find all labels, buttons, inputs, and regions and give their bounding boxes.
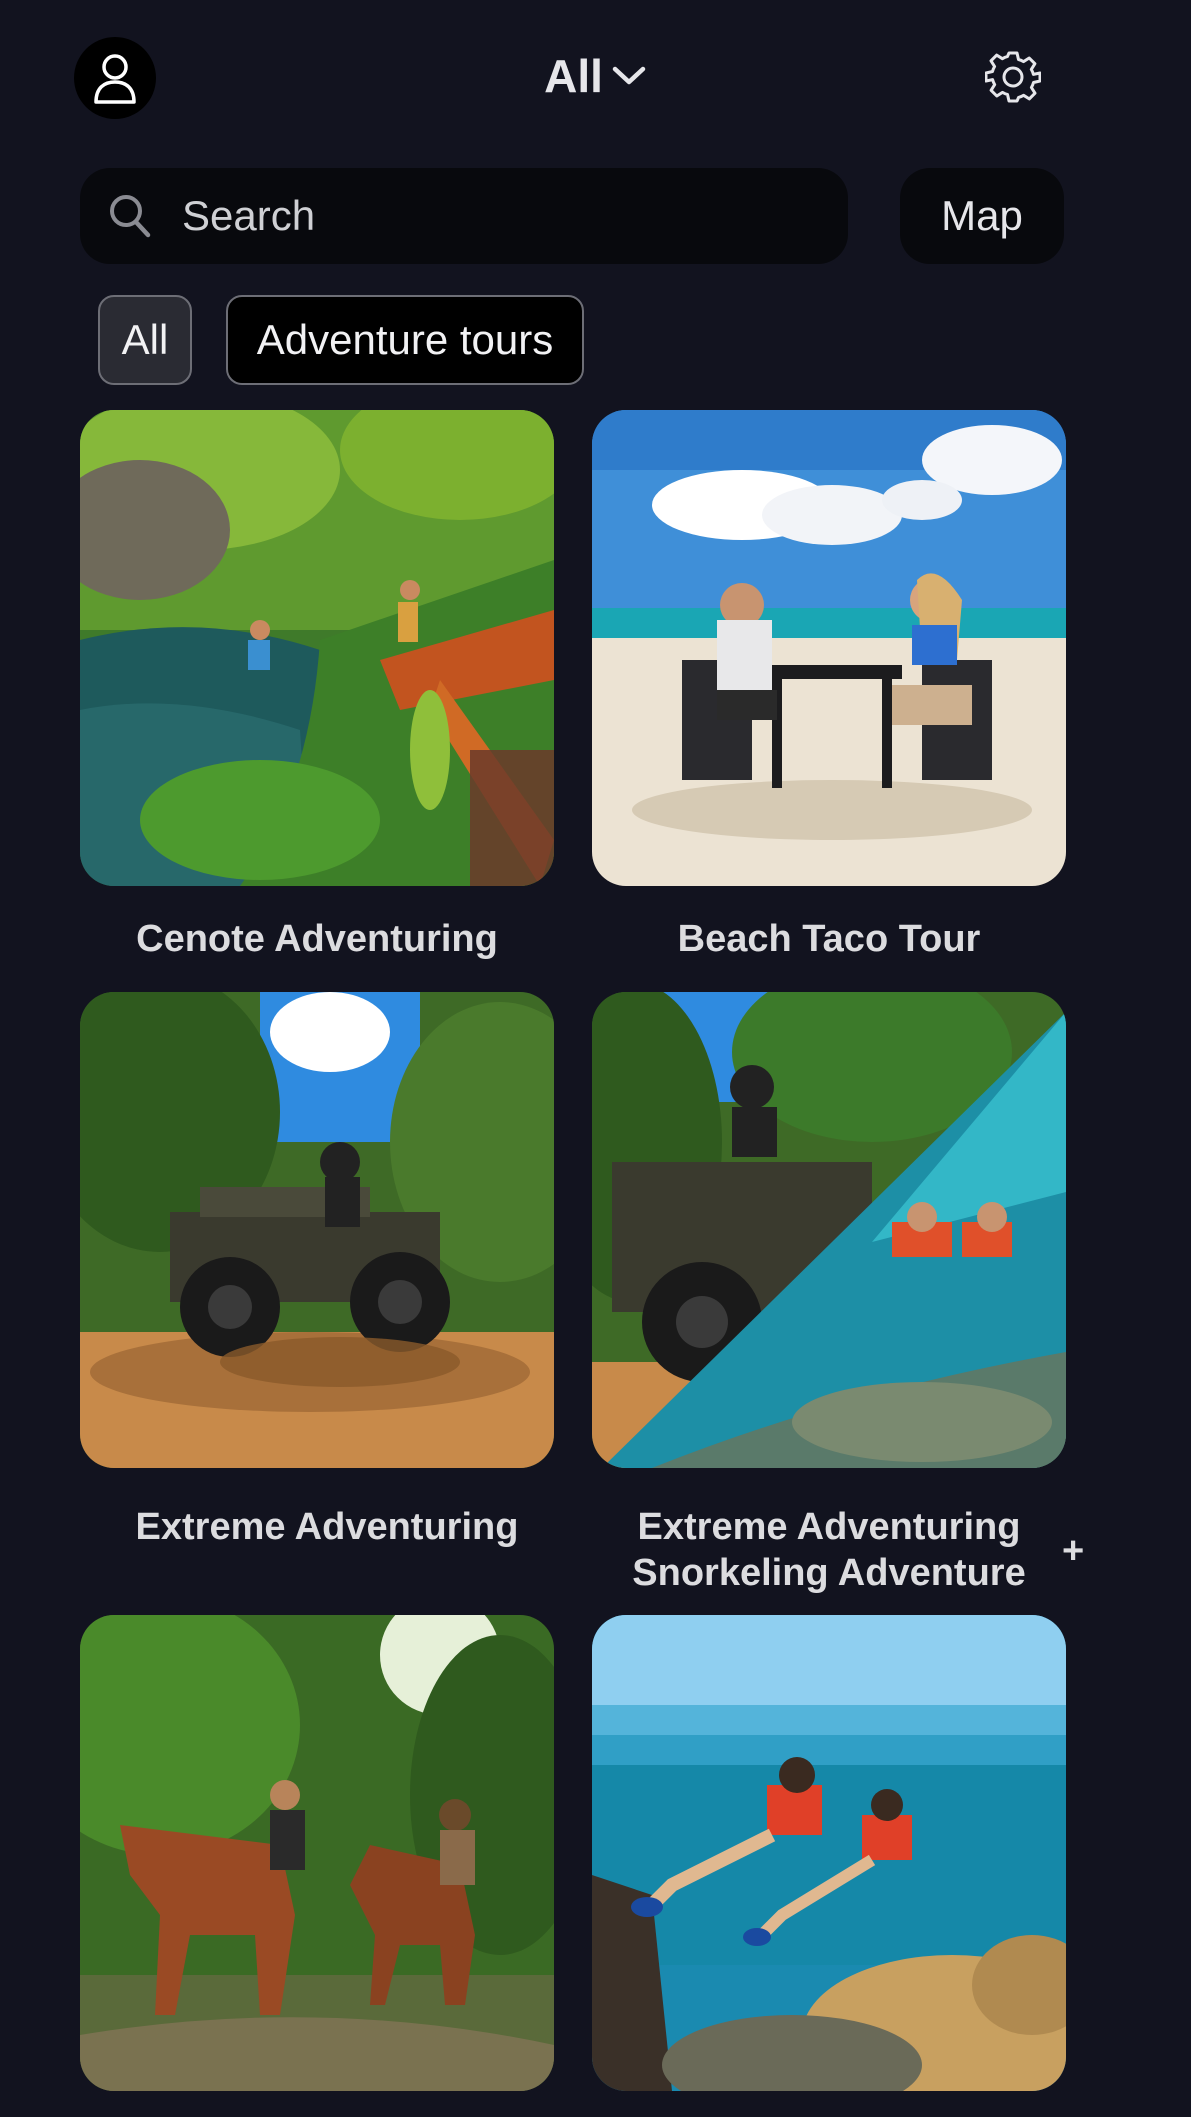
search-bar[interactable] (80, 168, 848, 264)
card-title-line: Extreme Adventuring (637, 1506, 1021, 1548)
snorkel-reef-photo (592, 1615, 1066, 2091)
card-image-extreme-adventuring[interactable] (80, 992, 554, 1468)
horseback-jungle-photo (80, 1615, 554, 2091)
card-title[interactable]: Extreme Adventuring (47, 1504, 607, 1550)
card-image-cenote-adventuring[interactable] (80, 410, 554, 886)
filter-chip-label: Adventure tours (256, 316, 554, 363)
user-icon (94, 54, 136, 104)
filter-chip-all[interactable]: All (98, 295, 192, 385)
card-image-snorkeling[interactable] (592, 1615, 1066, 2091)
beach-dining-photo (592, 410, 1066, 886)
chevron-down-icon (612, 66, 646, 85)
plus-icon: + (1062, 1530, 1085, 1572)
settings-button[interactable] (978, 46, 1048, 108)
feed-selector-label: All (544, 50, 603, 102)
card-title-line: Snorkeling Adventure (632, 1552, 1026, 1594)
search-input[interactable] (180, 191, 804, 241)
profile-button[interactable] (74, 37, 156, 119)
atv-mud-photo (80, 992, 554, 1468)
card-image-beach-taco-tour[interactable] (592, 410, 1066, 886)
filter-chip-adventure-tours[interactable]: Adventure tours (226, 295, 584, 385)
card-image-extreme-adventuring-snorkeling[interactable] (592, 992, 1066, 1468)
filter-chip-label: All (121, 316, 169, 363)
card-title[interactable]: Beach Taco Tour (549, 916, 1109, 962)
atv-snorkel-split-photo (592, 992, 1066, 1468)
search-icon (104, 190, 156, 242)
card-title[interactable]: Cenote Adventuring (37, 916, 597, 962)
feed-selector[interactable]: All (496, 46, 696, 106)
map-button[interactable]: Map (900, 168, 1064, 264)
card-image-horseback[interactable] (80, 1615, 554, 2091)
map-button-label: Map (941, 192, 1023, 239)
card-title-multiline[interactable]: Extreme Adventuring Snorkeling Adventure (549, 1504, 1109, 1596)
gear-icon (985, 51, 1041, 103)
cenote-jump-photo (80, 410, 554, 886)
